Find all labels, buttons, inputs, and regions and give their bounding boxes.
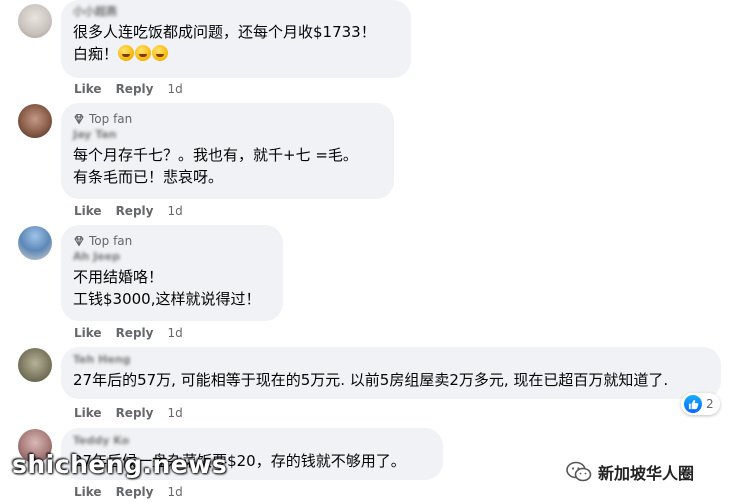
like-button[interactable]: Like [74, 325, 102, 341]
comment-text: 很多人连吃饭都成问题，还每个月收$1733！ 白痴！ [73, 23, 376, 63]
timestamp[interactable]: 1d [167, 484, 182, 500]
commenter-name[interactable]: Ah Jeep [73, 249, 271, 264]
like-button[interactable]: Like [74, 484, 102, 500]
site-watermark: shicheng.news [12, 450, 228, 479]
timestamp[interactable]: 1d [167, 203, 182, 219]
timestamp[interactable]: 1d [167, 81, 182, 97]
comment-actions: Like Reply 1d [74, 81, 183, 97]
laughing-emoji-group [118, 45, 169, 63]
avatar[interactable] [18, 104, 52, 138]
reply-button[interactable]: Reply [116, 484, 154, 500]
reaction-summary[interactable]: 2 [681, 393, 720, 415]
comment-text: 每个月存千七？。我也有，就千+七 =毛。 有条毛而已！悲哀呀。 [73, 146, 358, 186]
thumbs-up-icon [684, 395, 702, 413]
wechat-icon [566, 461, 592, 483]
commenter-name[interactable]: Teh Heng [73, 352, 709, 367]
like-button[interactable]: Like [74, 81, 102, 97]
reply-button[interactable]: Reply [116, 81, 154, 97]
diamond-icon [74, 113, 84, 125]
comment-bubble: Top fan Jay Tan 每个月存千七？。我也有，就千+七 =毛。 有条毛… [61, 103, 394, 199]
diamond-icon [74, 235, 84, 247]
like-button[interactable]: Like [74, 203, 102, 219]
laughing-emoji-icon [118, 45, 135, 61]
comment-text: 不用结婚咯！ 工钱$3000,这样就说得过！ [73, 268, 261, 308]
comment-text: 27年后的57万, 可能相等于现在的5万元. 以前5房组屋卖2万多元, 现在已超… [73, 371, 669, 389]
avatar[interactable] [18, 226, 52, 260]
reaction-count: 2 [706, 397, 714, 411]
top-fan-badge: Top fan [73, 233, 271, 249]
timestamp[interactable]: 1d [167, 405, 182, 421]
comment-actions: Like Reply 1d [74, 203, 183, 219]
timestamp[interactable]: 1d [167, 325, 182, 341]
top-fan-badge: Top fan [73, 111, 382, 127]
commenter-name[interactable]: 小小超燕 [73, 4, 399, 19]
reply-button[interactable]: Reply [116, 203, 154, 219]
commenter-name[interactable]: Jay Tan [73, 127, 382, 142]
like-button[interactable]: Like [74, 405, 102, 421]
commenter-name[interactable]: Teddy Ko [73, 433, 431, 448]
laughing-emoji-icon [135, 45, 152, 61]
reply-button[interactable]: Reply [116, 325, 154, 341]
comment-bubble: Top fan Ah Jeep 不用结婚咯！ 工钱$3000,这样就说得过！ [61, 225, 283, 321]
reply-button[interactable]: Reply [116, 405, 154, 421]
avatar[interactable] [18, 348, 52, 382]
comment-actions: Like Reply 1d [74, 484, 183, 500]
wechat-account-label: 新加坡华人圈 [566, 460, 694, 484]
comment-actions: Like Reply 1d [74, 405, 183, 421]
comment-actions: Like Reply 1d [74, 325, 183, 341]
comment-bubble: 小小超燕 很多人连吃饭都成问题，还每个月收$1733！ 白痴！ [61, 0, 411, 78]
comment-bubble: Teh Heng 27年后的57万, 可能相等于现在的5万元. 以前5房组屋卖2… [61, 347, 721, 399]
avatar[interactable] [18, 4, 52, 38]
laughing-emoji-icon [152, 45, 169, 61]
